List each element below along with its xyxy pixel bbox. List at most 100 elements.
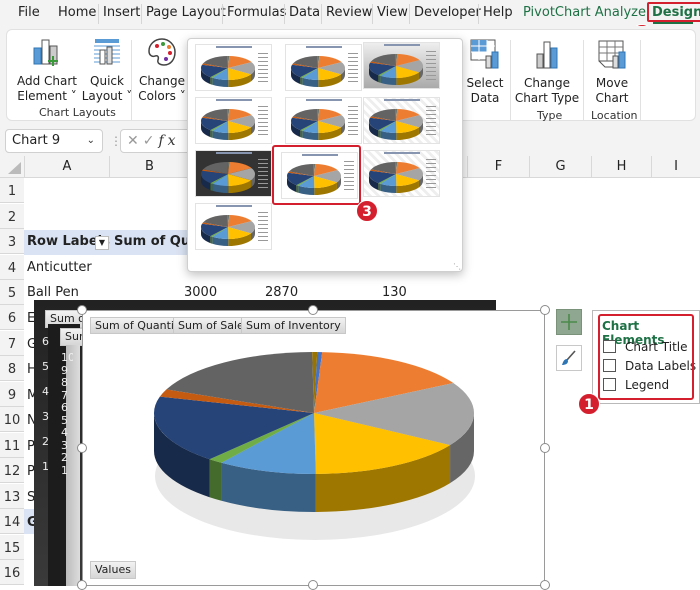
cell-b5[interactable]: 3000: [184, 285, 217, 300]
thumb3-side-5: [378, 75, 381, 83]
filter-dropdown-button[interactable]: ▼: [95, 236, 109, 250]
enter-icon[interactable]: ✓: [143, 133, 159, 149]
change-colors-label-2: Colors ˅: [138, 89, 186, 103]
resize-handle[interactable]: [540, 580, 550, 590]
column-header-i[interactable]: I: [651, 156, 700, 178]
values-field-button[interactable]: Values: [90, 561, 136, 579]
thumb5-side-5: [300, 130, 303, 138]
thumb-title: [384, 44, 420, 46]
change-chart-type-button[interactable]: Change Chart Type: [513, 38, 581, 106]
resize-handle[interactable]: [540, 443, 550, 453]
column-header-b[interactable]: B: [109, 156, 189, 178]
cell-c5[interactable]: 2870: [265, 285, 298, 300]
column-header-a[interactable]: A: [24, 156, 109, 178]
thumb-legend: [426, 159, 436, 191]
fx-icon[interactable]: fx: [158, 133, 179, 149]
pie-side-5: [209, 459, 222, 501]
tab-view[interactable]: View: [372, 4, 408, 24]
chart-style-thumbnail-2[interactable]: [285, 44, 362, 91]
resize-handle[interactable]: [77, 443, 87, 453]
gallery-resize-grip[interactable]: ⋱: [453, 262, 461, 271]
tab-formulas[interactable]: Formulas: [222, 4, 286, 24]
row-header[interactable]: 11: [0, 433, 24, 458]
row-header[interactable]: 5: [0, 280, 24, 305]
row-header[interactable]: 4: [0, 255, 24, 280]
change-colors-button[interactable]: Change Colors ˅: [137, 36, 187, 104]
row-header[interactable]: 7: [0, 331, 24, 356]
row-header[interactable]: 16: [0, 560, 24, 585]
chart-style-thumbnail-3[interactable]: [363, 42, 440, 89]
tab-review[interactable]: Review: [321, 4, 372, 24]
row-header[interactable]: 2: [0, 204, 24, 229]
chart-style-thumbnail-9[interactable]: [363, 150, 440, 197]
resize-handle[interactable]: [77, 580, 87, 590]
name-box[interactable]: Chart 9 ⌄: [5, 129, 103, 153]
resize-handle[interactable]: [540, 305, 550, 315]
row-header[interactable]: 14: [0, 509, 24, 534]
change-chart-type-label-2: Chart Type: [514, 91, 580, 105]
add-chart-element-button[interactable]: Add Chart Element ˅: [13, 36, 81, 104]
resize-handle[interactable]: [308, 305, 318, 315]
row-header[interactable]: 12: [0, 458, 24, 483]
chart-style-thumbnail-1[interactable]: [195, 44, 272, 91]
chevron-down-icon[interactable]: ⌄: [87, 130, 95, 152]
select-all-corner-icon[interactable]: [6, 161, 22, 175]
chart-elements-button[interactable]: [556, 309, 582, 335]
tab-page-layout[interactable]: Page Layout: [141, 4, 226, 24]
column-header-h[interactable]: H: [591, 156, 651, 178]
column-header-g[interactable]: G: [529, 156, 591, 178]
name-box-value: Chart 9: [12, 133, 61, 148]
thumb-legend: [258, 106, 268, 138]
add-chart-element-label-2: Element ˅: [17, 89, 77, 103]
quick-layout-button[interactable]: Quick Layout ˅: [81, 36, 133, 104]
move-chart-button[interactable]: Move Chart: [587, 38, 637, 106]
tab-design[interactable]: Design: [647, 2, 700, 22]
quick-layout-icon: [94, 39, 120, 65]
row-header[interactable]: 10: [0, 407, 24, 432]
select-data-button[interactable]: Select Data: [465, 38, 505, 106]
tab-file[interactable]: File: [18, 4, 40, 24]
quick-layout-label-1: Quick: [90, 74, 124, 88]
thumb-legend: [426, 51, 436, 83]
row-header[interactable]: 3: [0, 229, 24, 254]
chart-style-thumbnail-10[interactable]: [195, 203, 272, 250]
cell-d5[interactable]: 130: [382, 285, 407, 300]
select-data-icon: [470, 39, 499, 69]
thumb-legend: [348, 53, 358, 85]
tab-developer[interactable]: Developer: [409, 4, 481, 24]
cell-a5[interactable]: Ball Pen: [27, 285, 79, 300]
thumb-legend: [348, 106, 358, 138]
row-header[interactable]: 13: [0, 484, 24, 509]
chart-style-thumbnail-6[interactable]: [363, 97, 440, 144]
axis-tick: 2: [61, 451, 68, 464]
pivot-chart[interactable]: Sum of Quantity Sum of Sales Sum of Inve…: [82, 310, 545, 586]
row-header[interactable]: 1: [0, 178, 24, 203]
axis-tick: 4: [42, 385, 49, 398]
column-header-f[interactable]: F: [467, 156, 529, 178]
tab-data[interactable]: Data: [284, 4, 320, 24]
thumb-legend: [258, 159, 268, 191]
axis-tick: 4: [61, 426, 68, 439]
row-header[interactable]: 6: [0, 305, 24, 330]
chart-style-thumbnail-7[interactable]: [195, 150, 272, 197]
tab-help[interactable]: Help: [478, 4, 513, 24]
resize-handle[interactable]: [308, 580, 318, 590]
thumb-pie: [201, 215, 255, 246]
row-header[interactable]: 15: [0, 535, 24, 560]
thumb-title: [306, 99, 342, 101]
cell-a4[interactable]: Anticutter: [27, 260, 92, 275]
location-group-label: Location: [591, 109, 638, 122]
group-separator: [131, 40, 132, 120]
tab-pivotchart-analyze[interactable]: PivotChart Analyze: [523, 4, 646, 24]
chart-style-thumbnail-4[interactable]: [195, 97, 272, 144]
chart-style-thumbnail-5[interactable]: [285, 97, 362, 144]
thumb7-side-5: [210, 183, 213, 191]
group-separator: [640, 40, 641, 120]
row-header[interactable]: 8: [0, 356, 24, 381]
tab-home[interactable]: Home: [58, 4, 96, 24]
resize-handle[interactable]: [77, 305, 87, 315]
row-header[interactable]: 9: [0, 382, 24, 407]
cancel-icon[interactable]: ✕: [127, 133, 143, 149]
chart-styles-button[interactable]: [556, 345, 582, 371]
tab-insert[interactable]: Insert: [98, 4, 140, 24]
